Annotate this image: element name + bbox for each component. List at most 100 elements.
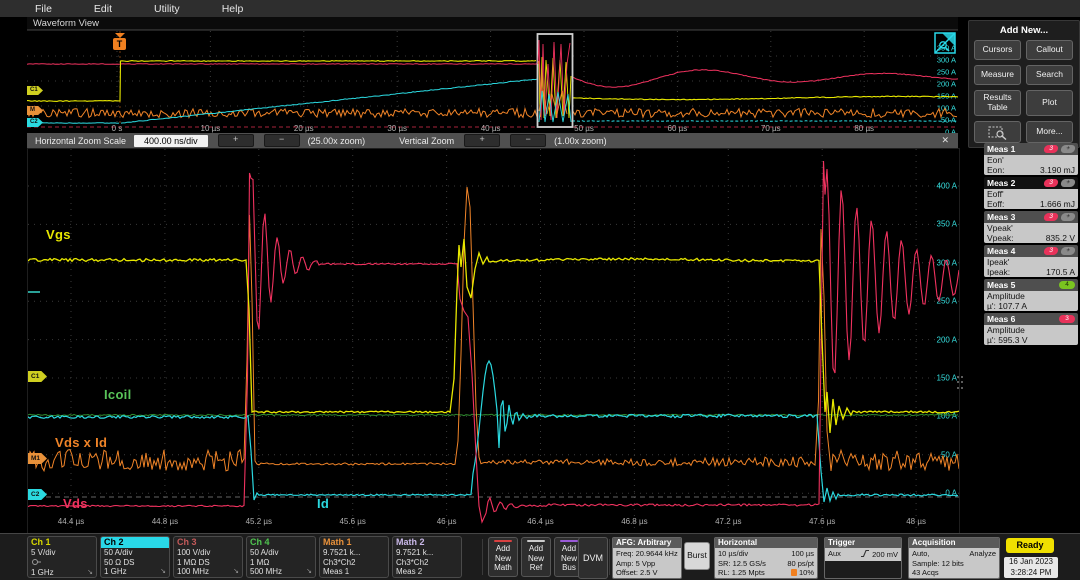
meas2-body: Eoff' Eoff: 1.666 mJ bbox=[984, 189, 1078, 209]
channel-badge-ch4[interactable]: Ch 4 50 A/div 1 MΩ ↘500 MHz bbox=[246, 536, 316, 578]
measurement-card-4[interactable]: Meas 4 3 + Ipeak' Ipeak: 170.5 A bbox=[984, 245, 1078, 277]
horizontal-zoom-scale-label: Horizontal Zoom Scale bbox=[35, 136, 126, 146]
channel-badge-ch1[interactable]: Ch 1 5 V/div ↘1 GHz bbox=[27, 536, 97, 578]
overview-plot[interactable]: T C1 M C2 0 s10 µs20 µs30 µs40 µs50 µs60… bbox=[27, 30, 958, 134]
measurement-card-5[interactable]: Meas 5 4 Amplitude µ': 107.7 A bbox=[984, 279, 1078, 311]
channel-badge-math2[interactable]: Math 2 9.7521 k... Ch3*Ch2 Meas 2 bbox=[392, 536, 462, 578]
menu-file[interactable]: File bbox=[35, 3, 52, 15]
horizontal-sample-rate: SR: 12.5 GS/s bbox=[718, 559, 766, 569]
horizontal-record-length: RL: 1.25 Mpts bbox=[718, 568, 765, 578]
horizontal-resolution: 80 ps/pt bbox=[787, 559, 814, 569]
measurement-card-1[interactable]: Meas 1 3 + Eon' Eon: 3.190 mJ bbox=[984, 143, 1078, 175]
ch4-name: Ch 4 bbox=[247, 537, 315, 548]
add-new-math-button[interactable]: Add New Math bbox=[488, 537, 518, 577]
afg-body: Freq: 20.9644 kHz Amp: 5 Vpp Offset: 2.5… bbox=[613, 548, 681, 579]
meas6-header[interactable]: Meas 6 3 bbox=[984, 313, 1078, 325]
h-zoom-decrease-button[interactable]: − bbox=[264, 134, 300, 147]
acquisition-analyze: Analyze bbox=[969, 549, 996, 559]
h-zoom-increase-button[interactable]: + bbox=[218, 134, 254, 147]
horizontal-position: 10% bbox=[799, 568, 814, 577]
main-waveform-canvas[interactable] bbox=[28, 149, 959, 533]
acquisition-sample: Sample: 12 bits bbox=[912, 559, 996, 569]
channel-badge-math1[interactable]: Math 1 9.7521 k... Ch3*Ch2 Meas 1 bbox=[319, 536, 389, 578]
meas5-header[interactable]: Meas 5 4 bbox=[984, 279, 1078, 291]
meas3-source-badge: 3 bbox=[1043, 213, 1059, 221]
results-table-button[interactable]: Results Table bbox=[974, 90, 1021, 116]
measurement-card-3[interactable]: Meas 3 3 + Vpeak' Vpeak: 835.2 V bbox=[984, 211, 1078, 243]
meas6-body: Amplitude µ': 595.3 V bbox=[984, 325, 1078, 345]
add-new-ref-label: Add New Ref bbox=[528, 544, 544, 572]
plot-button[interactable]: Plot bbox=[1026, 90, 1073, 116]
meas1-source-badge: 3 bbox=[1043, 145, 1059, 153]
search-button[interactable]: Search bbox=[1026, 65, 1073, 85]
afg-panel[interactable]: AFG: Arbitrary Freq: 20.9644 kHz Amp: 5 … bbox=[612, 537, 682, 579]
ch4-bandwidth-row: ↘500 MHz bbox=[247, 567, 315, 577]
meas2-header[interactable]: Meas 2 3 + bbox=[984, 177, 1078, 189]
meas2-title: Meas 2 bbox=[987, 178, 1015, 188]
menu-bar: File Edit Utility Help bbox=[0, 0, 1080, 17]
ch1-bandwidth-row: ↘1 GHz bbox=[28, 568, 96, 578]
v-zoom-readout: (1.00x zoom) bbox=[554, 136, 607, 146]
meas1-add-badge[interactable]: + bbox=[1060, 145, 1076, 153]
waveform-view-tab[interactable]: Waveform View bbox=[27, 17, 958, 30]
ch2-impedance: 50 Ω DS bbox=[101, 558, 169, 568]
time-text: 3:28:24 PM bbox=[1004, 568, 1058, 579]
zoom-overview-icon[interactable] bbox=[934, 32, 956, 59]
horizontal-zoom-scale-value[interactable]: 400.00 ns/div bbox=[134, 135, 208, 147]
meas3-header[interactable]: Meas 3 3 + bbox=[984, 211, 1078, 223]
cursors-button[interactable]: Cursors bbox=[974, 40, 1021, 60]
meas4-add-badge[interactable]: + bbox=[1060, 247, 1076, 255]
meas6-title: Meas 6 bbox=[987, 314, 1015, 324]
v-zoom-decrease-button[interactable]: − bbox=[510, 134, 546, 147]
overview-waveform-canvas[interactable] bbox=[27, 31, 958, 134]
measurement-card-2[interactable]: Meas 2 3 + Eoff' Eoff: 1.666 mJ bbox=[984, 177, 1078, 209]
math2-name: Math 2 bbox=[393, 537, 461, 548]
measure-button[interactable]: Measure bbox=[974, 65, 1021, 85]
ch3-bandwidth: 100 MHz bbox=[177, 567, 209, 576]
main-waveform-plot[interactable]: Vgs Icoil Vds x Id Vds Id C1 M1 C2 44.4 … bbox=[27, 148, 960, 534]
math1-expression: Ch3*Ch2 bbox=[320, 558, 388, 568]
menu-utility[interactable]: Utility bbox=[154, 3, 180, 15]
meas1-value-row: Eon: 3.190 mJ bbox=[987, 165, 1075, 175]
probe-setup-icon: ↘ bbox=[306, 567, 312, 577]
meas3-sub: Vpeak' bbox=[987, 223, 1075, 233]
menu-edit[interactable]: Edit bbox=[94, 3, 112, 15]
ready-status-badge: Ready bbox=[1006, 538, 1054, 553]
callout-button[interactable]: Callout bbox=[1026, 40, 1073, 60]
zoom-close-icon[interactable]: ✕ bbox=[941, 135, 949, 146]
more-button[interactable]: More... bbox=[1026, 121, 1073, 143]
horizontal-panel[interactable]: Horizontal 10 µs/div 100 µs SR: 12.5 GS/… bbox=[714, 537, 818, 579]
meas4-value-row: Ipeak: 170.5 A bbox=[987, 267, 1075, 277]
meas1-title: Meas 1 bbox=[987, 144, 1015, 154]
add-new-ref-button[interactable]: Add New Ref bbox=[521, 537, 551, 577]
meas5-title: Meas 5 bbox=[987, 280, 1015, 290]
meas3-label: Vpeak: bbox=[987, 233, 1013, 243]
channel-badge-ch2[interactable]: Ch 2 50 A/div 50 Ω DS ↘1 GHz bbox=[100, 536, 170, 578]
probe-icon bbox=[31, 558, 41, 566]
meas2-add-badge[interactable]: + bbox=[1060, 179, 1076, 187]
meas1-header[interactable]: Meas 1 3 + bbox=[984, 143, 1078, 155]
trigger-slope-cell: 200 mV bbox=[860, 549, 898, 560]
trigger-marker-label: T bbox=[113, 38, 126, 50]
ch1-bandwidth: 1 GHz bbox=[31, 568, 54, 577]
meas3-add-badge[interactable]: + bbox=[1060, 213, 1076, 221]
menu-help[interactable]: Help bbox=[222, 3, 244, 15]
date-text: 16 Jan 2023 bbox=[1004, 557, 1058, 568]
horizontal-body: 10 µs/div 100 µs SR: 12.5 GS/s 80 ps/pt … bbox=[715, 548, 817, 579]
trigger-panel[interactable]: Trigger Aux 200 mV bbox=[824, 537, 902, 579]
meas5-source-badge: 4 bbox=[1059, 281, 1075, 289]
channel-badge-ch3[interactable]: Ch 3 100 V/div 1 MΩ DS ↘100 MHz bbox=[173, 536, 243, 578]
math2-scale: 9.7521 k... bbox=[393, 548, 461, 558]
v-zoom-increase-button[interactable]: + bbox=[464, 134, 500, 147]
afg-burst-button[interactable]: Burst bbox=[684, 542, 710, 570]
meas4-header[interactable]: Meas 4 3 + bbox=[984, 245, 1078, 257]
h-zoom-readout: (25.00x zoom) bbox=[308, 136, 366, 146]
acquisition-panel[interactable]: Acquisition Auto, Analyze Sample: 12 bit… bbox=[908, 537, 1000, 579]
measurement-card-6[interactable]: Meas 6 3 Amplitude µ': 595.3 V bbox=[984, 313, 1078, 345]
zoom-select-button[interactable] bbox=[974, 121, 1021, 143]
panel-drag-handle[interactable] bbox=[957, 376, 963, 390]
trigger-position-marker[interactable]: T bbox=[113, 33, 126, 50]
meas6-value-line: µ': 595.3 V bbox=[987, 335, 1075, 345]
ch2-position-tick bbox=[28, 291, 40, 293]
dvm-button[interactable]: DVM bbox=[578, 537, 608, 579]
